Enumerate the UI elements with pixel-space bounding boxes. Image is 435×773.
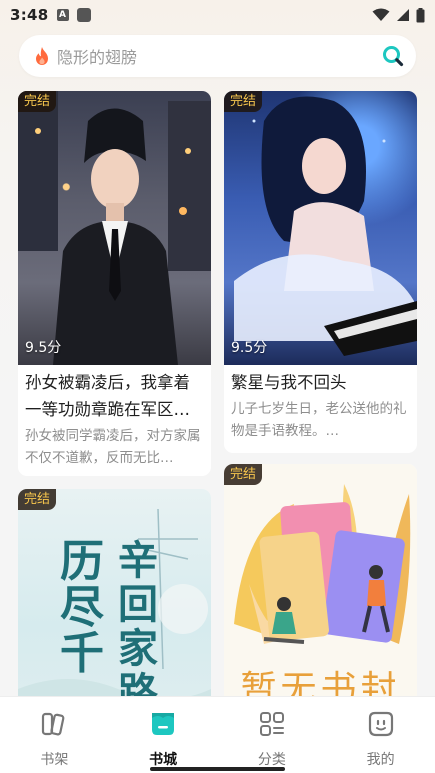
app-notification-icon <box>76 8 91 22</box>
book-card[interactable]: 完结 9.5分 繁星与我不回头 儿子七岁生日，老公送他的礼物是手语教程。… <box>224 91 417 453</box>
status-time: 3:48 <box>10 6 49 24</box>
book-card[interactable]: 暂无书封 完结 <box>224 464 417 719</box>
bookshelf-icon <box>42 712 65 736</box>
status-tag: 完结 <box>18 489 57 510</box>
tab-bookstore[interactable]: 书城 <box>109 697 218 773</box>
status-tag: 完结 <box>18 91 57 112</box>
cover-title-char: 千 <box>60 628 104 679</box>
cover-title-char: 回 <box>118 581 158 628</box>
status-tag: 完结 <box>224 91 263 112</box>
tab-profile[interactable]: 我的 <box>326 697 435 773</box>
tab-bookshelf[interactable]: 书架 <box>0 697 109 773</box>
book-cover[interactable]: 暂无书封 完结 <box>224 464 417 719</box>
tab-label: 我的 <box>366 752 395 768</box>
rating-score: 9.5分 <box>25 340 62 356</box>
cover-illustration <box>234 96 417 356</box>
cover-title-char: 家 <box>118 625 158 672</box>
book-card[interactable]: 历 尽 千 辛 回 家 路 完结 <box>18 489 211 719</box>
book-cover[interactable]: 完结 9.5分 <box>18 91 211 365</box>
tab-label: 书架 <box>40 752 69 768</box>
signal-icon <box>397 9 409 21</box>
bottom-tab-bar: 书架 书城 分类 我的 <box>0 696 435 773</box>
tab-category[interactable]: 分类 <box>218 697 327 773</box>
search-placeholder[interactable]: 隐形的翅膀 <box>57 44 382 68</box>
cover-title-char: 尽 <box>60 582 104 633</box>
book-cover[interactable]: 历 尽 千 辛 回 家 路 完结 <box>18 489 211 719</box>
status-bar: 3:48 A <box>0 0 435 30</box>
cover-title-char: 辛 <box>118 537 158 584</box>
category-icon <box>259 712 284 736</box>
book-title[interactable]: 孙女被霸凌后，我拿着一等功勋章跪在军区门… <box>18 365 211 423</box>
book-title[interactable]: 繁星与我不回头 <box>224 365 417 396</box>
battery-icon <box>416 7 425 22</box>
cover-illustration <box>18 508 211 719</box>
wifi-icon <box>372 8 390 21</box>
book-card[interactable]: 完结 9.5分 孙女被霸凌后，我拿着一等功勋章跪在军区门… 孙女被同学霸凌后，对… <box>18 91 211 476</box>
profile-icon <box>368 711 393 737</box>
status-tag: 完结 <box>224 464 263 485</box>
search-icon[interactable] <box>382 45 404 67</box>
cover-title-char: 历 <box>60 536 104 587</box>
home-indicator[interactable] <box>150 767 285 771</box>
bookstore-icon <box>152 713 175 735</box>
search-bar[interactable]: 隐形的翅膀 <box>19 35 416 77</box>
flame-icon <box>36 47 48 65</box>
rating-score: 9.5分 <box>231 340 268 356</box>
tab-label: 分类 <box>257 752 286 768</box>
cover-illustration <box>18 91 211 365</box>
book-description: 孙女被同学霸凌后，对方家属不仅不道歉，反而无比… <box>25 428 201 466</box>
tab-label: 书城 <box>149 752 178 768</box>
a-notification-icon: A <box>56 9 69 21</box>
book-cover[interactable]: 完结 9.5分 <box>224 91 417 365</box>
book-description: 儿子七岁生日，老公送他的礼物是手语教程。… <box>231 401 407 439</box>
